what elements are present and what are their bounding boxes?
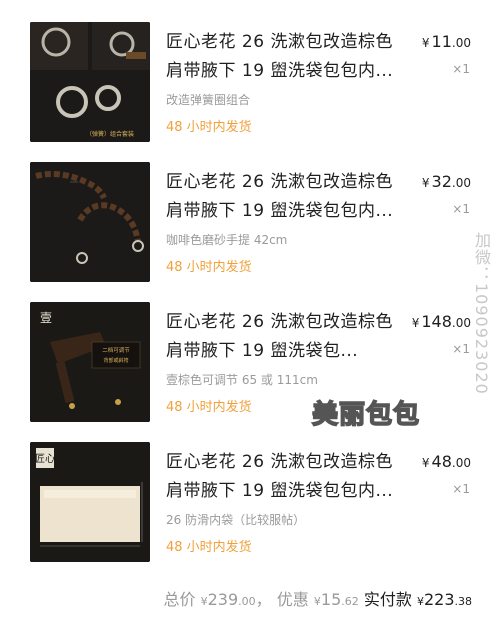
currency-symbol: ¥ (416, 595, 424, 608)
product-quantity: ×1 (452, 202, 470, 216)
product-variant: 壹棕色可调节 65 或 111cm (166, 373, 318, 387)
currency-symbol: ¥ (313, 595, 321, 608)
price-decimal: .00 (451, 456, 471, 470)
paid-decimal: .38 (454, 595, 473, 608)
total-integer: 239 (207, 590, 239, 609)
order-item[interactable]: 匠心老花 26 洗漱包改造棕色肩带腋下 19 盥洗袋包包内... ¥32.00 … (0, 158, 500, 298)
discount-integer: 15 (320, 590, 342, 609)
total-decimal: .00 (238, 595, 256, 608)
brand-watermark-logo: 美丽包包 (311, 399, 421, 431)
currency-symbol: ¥ (421, 456, 430, 470)
contact-watermark: 加微：1090923020 (472, 232, 491, 395)
shipping-info: 48 小时内发货 (166, 260, 252, 275)
paid-label: 实付款 (363, 590, 412, 609)
svg-text:背部或斜挎: 背部或斜挎 (103, 357, 128, 364)
order-item[interactable]: 壹 二档可调节 背部或斜挎 匠心老花 26 洗漱包改造棕色肩带腋下 19 盥洗袋… (0, 298, 500, 438)
currency-symbol: ¥ (200, 595, 208, 608)
separator: ， (255, 590, 272, 609)
shipping-info: 48 小时内发货 (166, 400, 252, 415)
currency-symbol: ¥ (421, 176, 430, 190)
price-integer: 11 (431, 32, 452, 51)
currency-symbol: ¥ (421, 36, 430, 50)
product-thumbnail[interactable]: 匠心 (30, 442, 150, 562)
thumb-caption: （弹簧）组合套装 (86, 130, 134, 138)
product-price: ¥11.00 (422, 32, 471, 51)
product-title[interactable]: 匠心老花 26 洗漱包改造棕色肩带腋下 19 盥洗袋包包内... (166, 28, 398, 86)
price-integer: 32 (431, 172, 452, 191)
product-variant: 咖啡色磨砂手提 42cm (166, 233, 288, 247)
thumb-caption: 壹 (40, 311, 52, 325)
product-thumbnail[interactable]: （弹簧）组合套装 (30, 22, 150, 142)
product-title[interactable]: 匠心老花 26 洗漱包改造棕色肩带腋下 19 盥洗袋包包内... (166, 448, 398, 506)
product-variant: 26 防滑内袋（比较服帖） (166, 513, 306, 527)
svg-text:二档可调节: 二档可调节 (102, 346, 130, 354)
price-decimal: .00 (451, 176, 471, 190)
product-price: ¥48.00 (422, 452, 471, 471)
product-thumbnail[interactable] (30, 162, 150, 282)
spring-ring-icon: （弹簧）组合套装 (30, 22, 150, 142)
discount-decimal: .62 (341, 595, 359, 608)
product-quantity: ×1 (452, 482, 470, 496)
order-item[interactable]: 匠心 匠心老花 26 洗漱包改造棕色肩带腋下 19 盥洗袋包包内... ¥48.… (0, 438, 500, 578)
product-title[interactable]: 匠心老花 26 洗漱包改造棕色肩带腋下 19 盥洗袋包包内... (166, 168, 398, 226)
inner-bag-icon: 匠心 (30, 442, 150, 562)
shoulder-strap-icon: 壹 二档可调节 背部或斜挎 (30, 302, 150, 422)
product-price: ¥148.00 (412, 312, 471, 331)
currency-symbol: ¥ (411, 316, 420, 330)
product-title[interactable]: 匠心老花 26 洗漱包改造棕色肩带腋下 19 盥洗袋包... (166, 308, 398, 366)
shipping-info: 48 小时内发货 (166, 120, 252, 135)
price-integer: 148 (421, 312, 452, 331)
product-price: ¥32.00 (422, 172, 471, 191)
chain-strap-icon (30, 162, 150, 282)
order-item[interactable]: （弹簧）组合套装 匠心老花 26 洗漱包改造棕色肩带腋下 19 盥洗袋包包内..… (0, 18, 500, 158)
thumb-caption: 匠心 (35, 453, 55, 465)
product-variant: 改造弹簧圈组合 (166, 93, 251, 107)
discount-label: 优惠 (276, 590, 309, 609)
total-label: 总价 (163, 590, 196, 609)
product-thumbnail[interactable]: 壹 二档可调节 背部或斜挎 (30, 302, 150, 422)
order-totals: 总价 ¥239.00， 优惠 ¥15.62 实付款 ¥223.38 (164, 586, 472, 610)
price-integer: 48 (431, 452, 452, 471)
product-quantity: ×1 (452, 62, 470, 76)
price-decimal: .00 (451, 36, 471, 50)
order-summary: 总价 ¥239.00， 优惠 ¥15.62 实付款 ¥223.38 (0, 578, 500, 618)
paid-integer: 223 (423, 590, 455, 609)
shipping-info: 48 小时内发货 (166, 540, 252, 555)
